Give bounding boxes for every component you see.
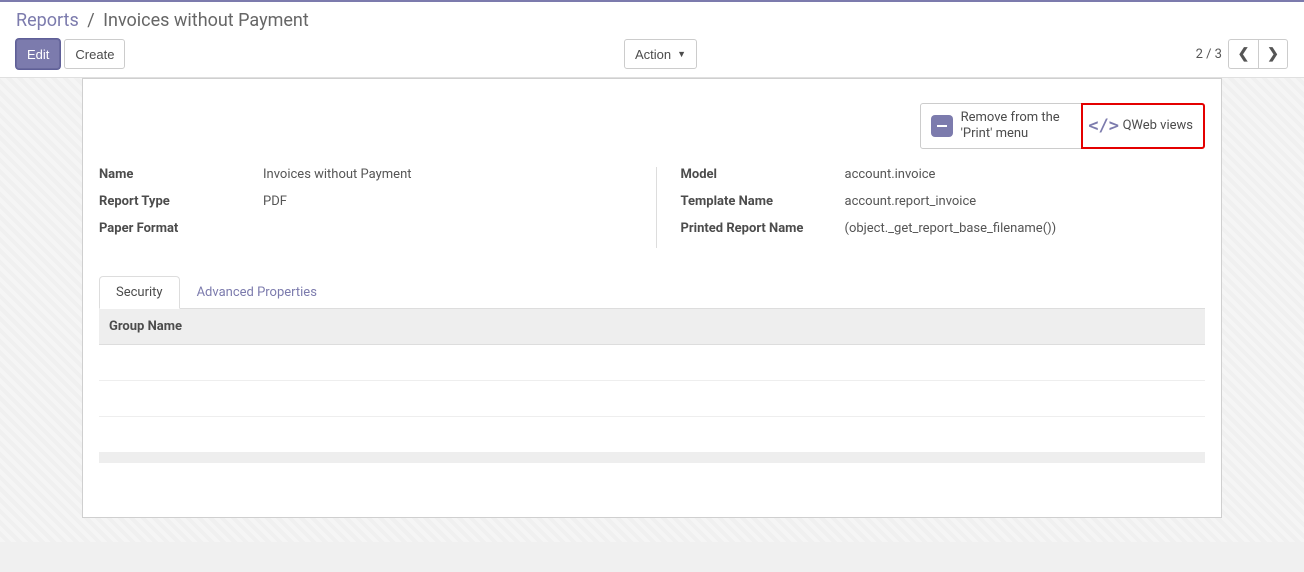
caret-down-icon: ▼ (677, 49, 686, 59)
table-header-group-name: Group Name (99, 309, 1205, 345)
pager-next-button[interactable]: ❯ (1258, 39, 1288, 69)
main-background: Remove from the 'Print' menu </> QWeb vi… (0, 78, 1304, 542)
stat-button-box: Remove from the 'Print' menu </> QWeb vi… (99, 103, 1205, 149)
value-paper-format (259, 221, 263, 236)
label-paper-format: Paper Format (99, 221, 259, 236)
label-report-type: Report Type (99, 194, 259, 209)
table-row (99, 345, 1205, 381)
tab-advanced[interactable]: Advanced Properties (180, 276, 334, 309)
label-printed: Printed Report Name (681, 221, 841, 236)
minus-icon (931, 115, 953, 137)
remove-from-print-button[interactable]: Remove from the 'Print' menu (920, 103, 1082, 149)
table-footer (99, 453, 1205, 463)
value-report-type: PDF (259, 194, 287, 209)
create-button[interactable]: Create (64, 39, 125, 69)
form-col-right: Model account.invoice Template Name acco… (656, 167, 1206, 248)
pager-buttons: ❮ ❯ (1228, 39, 1288, 69)
security-table: Group Name (99, 309, 1205, 463)
breadcrumb: Reports / Invoices without Payment (16, 10, 1288, 31)
code-icon: </> (1093, 115, 1115, 137)
control-center: Action ▼ (624, 39, 697, 69)
form-columns: Name Invoices without Payment Report Typ… (99, 167, 1205, 248)
table-row (99, 381, 1205, 417)
qweb-views-label: QWeb views (1123, 118, 1193, 134)
qweb-views-button[interactable]: </> QWeb views (1081, 103, 1205, 149)
pager: 2 / 3 ❮ ❯ (1196, 39, 1288, 69)
tabs: Security Advanced Properties (99, 276, 1205, 309)
label-template: Template Name (681, 194, 841, 209)
row-model: Model account.invoice (681, 167, 1206, 182)
pager-prev-button[interactable]: ❮ (1228, 39, 1258, 69)
form-sheet: Remove from the 'Print' menu </> QWeb vi… (82, 78, 1222, 518)
table-row (99, 417, 1205, 453)
breadcrumb-current: Invoices without Payment (103, 10, 309, 31)
control-right: 2 / 3 ❮ ❯ (1196, 39, 1288, 69)
form-col-left: Name Invoices without Payment Report Typ… (99, 167, 624, 248)
chevron-right-icon: ❯ (1267, 46, 1279, 62)
row-paper-format: Paper Format (99, 221, 624, 236)
value-name: Invoices without Payment (259, 167, 412, 182)
row-template: Template Name account.report_invoice (681, 194, 1206, 209)
action-label: Action (635, 47, 671, 62)
value-model: account.invoice (841, 167, 936, 182)
edit-button[interactable]: Edit (16, 39, 60, 69)
pager-count[interactable]: 2 / 3 (1196, 47, 1222, 62)
control-row: Edit Create Action ▼ 2 / 3 ❮ ❯ (16, 39, 1288, 69)
label-name: Name (99, 167, 259, 182)
row-printed: Printed Report Name (object._get_report_… (681, 221, 1206, 236)
breadcrumb-parent[interactable]: Reports (16, 10, 79, 31)
tab-security[interactable]: Security (99, 276, 180, 309)
control-left: Edit Create (16, 39, 125, 69)
chevron-left-icon: ❮ (1238, 46, 1250, 62)
value-printed: (object._get_report_base_filename()) (841, 221, 1057, 236)
remove-from-print-label: Remove from the 'Print' menu (961, 110, 1071, 143)
breadcrumb-separator: / (87, 10, 94, 31)
control-panel: Reports / Invoices without Payment Edit … (0, 2, 1304, 78)
label-model: Model (681, 167, 841, 182)
value-template: account.report_invoice (841, 194, 977, 209)
action-dropdown[interactable]: Action ▼ (624, 39, 697, 69)
row-name: Name Invoices without Payment (99, 167, 624, 182)
row-report-type: Report Type PDF (99, 194, 624, 209)
